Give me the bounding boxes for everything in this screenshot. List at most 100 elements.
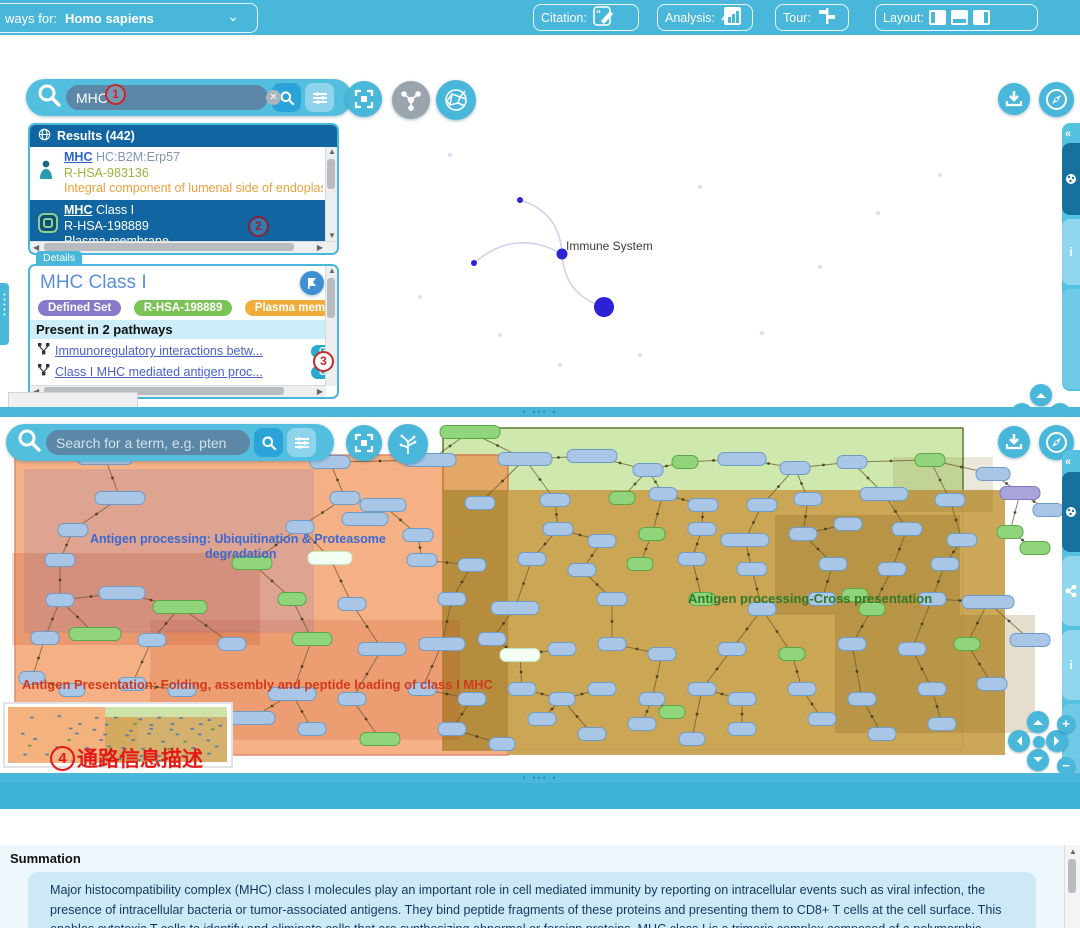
diagram-node[interactable] [491,602,539,615]
search-submit-button[interactable] [254,428,283,457]
pan-left-button[interactable] [1008,730,1030,752]
diagram-node[interactable] [567,450,617,463]
diagram-node[interactable] [440,426,500,439]
tab-interactors[interactable] [1062,556,1080,626]
diagram-node[interactable] [358,643,406,656]
diagram-node[interactable] [548,643,576,656]
diagram-node[interactable] [338,598,366,611]
diagram-node[interactable] [1010,634,1050,647]
diagram-node[interactable] [898,643,926,656]
diagram-node[interactable] [99,587,145,600]
diagram-node[interactable] [931,558,959,571]
diagram-node[interactable] [598,638,626,651]
diagram-tree-button[interactable] [388,424,428,464]
diagram-node[interactable] [633,464,663,477]
diagram-node[interactable] [848,693,876,706]
pan-right-button[interactable] [1046,730,1068,752]
diagram-node[interactable] [138,634,166,647]
diagram-node[interactable] [648,648,676,661]
diagram-node[interactable] [639,693,665,706]
tab-more[interactable] [1062,289,1080,389]
diagram-node[interactable] [860,488,908,501]
download-button[interactable] [998,426,1030,458]
diagram-node[interactable] [976,468,1010,481]
compass-button[interactable] [1039,82,1074,117]
pan-up-button[interactable] [1030,384,1052,406]
graph-node[interactable] [471,260,477,266]
diagram-node[interactable] [342,513,388,526]
diagram-node[interactable] [518,553,546,566]
diagram-node[interactable] [153,601,207,614]
layout-right-icon[interactable] [973,10,990,25]
diagram-node[interactable] [543,523,573,536]
diagram-node[interactable] [794,493,822,506]
diagram-node[interactable] [458,693,486,706]
diagram-node[interactable] [788,683,816,696]
diagram-node[interactable] [403,529,433,542]
diagram-node[interactable] [915,454,945,467]
diagram-node[interactable] [649,488,677,501]
analysis-button[interactable]: Analysis: [657,4,753,31]
diagram-node[interactable] [997,526,1023,539]
diagram-node[interactable] [688,499,718,512]
diagram-node[interactable] [819,558,847,571]
citation-button[interactable]: Citation: “ [533,4,639,31]
layout-left-icon[interactable] [929,10,946,25]
diagram-node[interactable] [360,733,400,746]
diagram-node[interactable] [947,534,977,547]
diagram-search-input[interactable] [46,430,250,455]
diagram-node[interactable] [549,693,575,706]
diagram-node[interactable] [360,499,406,512]
diagram-node[interactable] [954,638,980,651]
hierarchy-view-button[interactable] [392,81,430,119]
diagram-node[interactable] [659,706,685,719]
fit-to-screen-button[interactable] [346,425,382,461]
layout-bottom-icon[interactable] [951,10,968,25]
diagram-node[interactable] [500,649,540,662]
diagram-node[interactable] [218,638,246,651]
fit-to-screen-button[interactable] [346,81,382,117]
diagram-node[interactable] [46,594,74,607]
clear-search-icon[interactable]: ✕ [266,90,281,105]
diagram-node[interactable] [438,593,466,606]
fireworks-view-button[interactable] [436,80,476,120]
diagram-node[interactable] [721,534,769,547]
layout-button[interactable]: Layout: [875,4,1038,31]
left-panel-handle[interactable]: ••••• [0,283,9,345]
diagram-node[interactable] [838,638,866,651]
download-button[interactable] [998,83,1030,115]
diagram-node[interactable] [298,723,326,736]
diagram-node[interactable] [678,553,706,566]
diagram-node[interactable] [718,453,766,466]
diagram-node[interactable] [878,563,906,576]
diagram-node[interactable] [627,558,653,571]
diagram-node[interactable] [868,728,896,741]
diagram-node[interactable] [918,683,946,696]
graph-node[interactable] [594,297,614,317]
diagram-node[interactable] [609,492,635,505]
pathway-search-input[interactable] [66,85,268,110]
diagram-node[interactable] [780,462,810,475]
diagram-node[interactable] [478,633,506,646]
diagram-node[interactable] [498,453,552,466]
species-dropdown[interactable]: ways for: Homo sapiens ⌄ [0,3,258,33]
pathway-graph-canvas[interactable] [340,95,980,395]
diagram-node[interactable] [278,593,306,606]
diagram-node[interactable] [1020,542,1050,555]
diagram-node[interactable] [465,497,495,510]
diagram-node[interactable] [808,713,836,726]
diagram-node[interactable] [747,499,777,512]
diagram-node[interactable] [737,563,767,576]
pan-center-button[interactable] [1033,736,1045,748]
panel-resize-handle[interactable]: • ••• • [0,773,1080,783]
diagram-node[interactable] [540,494,570,507]
details-tab[interactable]: Details [36,251,82,265]
diagram-node[interactable] [718,643,746,656]
diagram-node[interactable] [568,564,596,577]
diagram-node[interactable] [679,733,705,746]
diagram-node[interactable] [330,492,360,505]
diagram-node[interactable] [508,683,536,696]
diagram-node[interactable] [58,524,88,537]
diagram-node[interactable] [528,713,556,726]
diagram-node[interactable] [1033,504,1063,517]
